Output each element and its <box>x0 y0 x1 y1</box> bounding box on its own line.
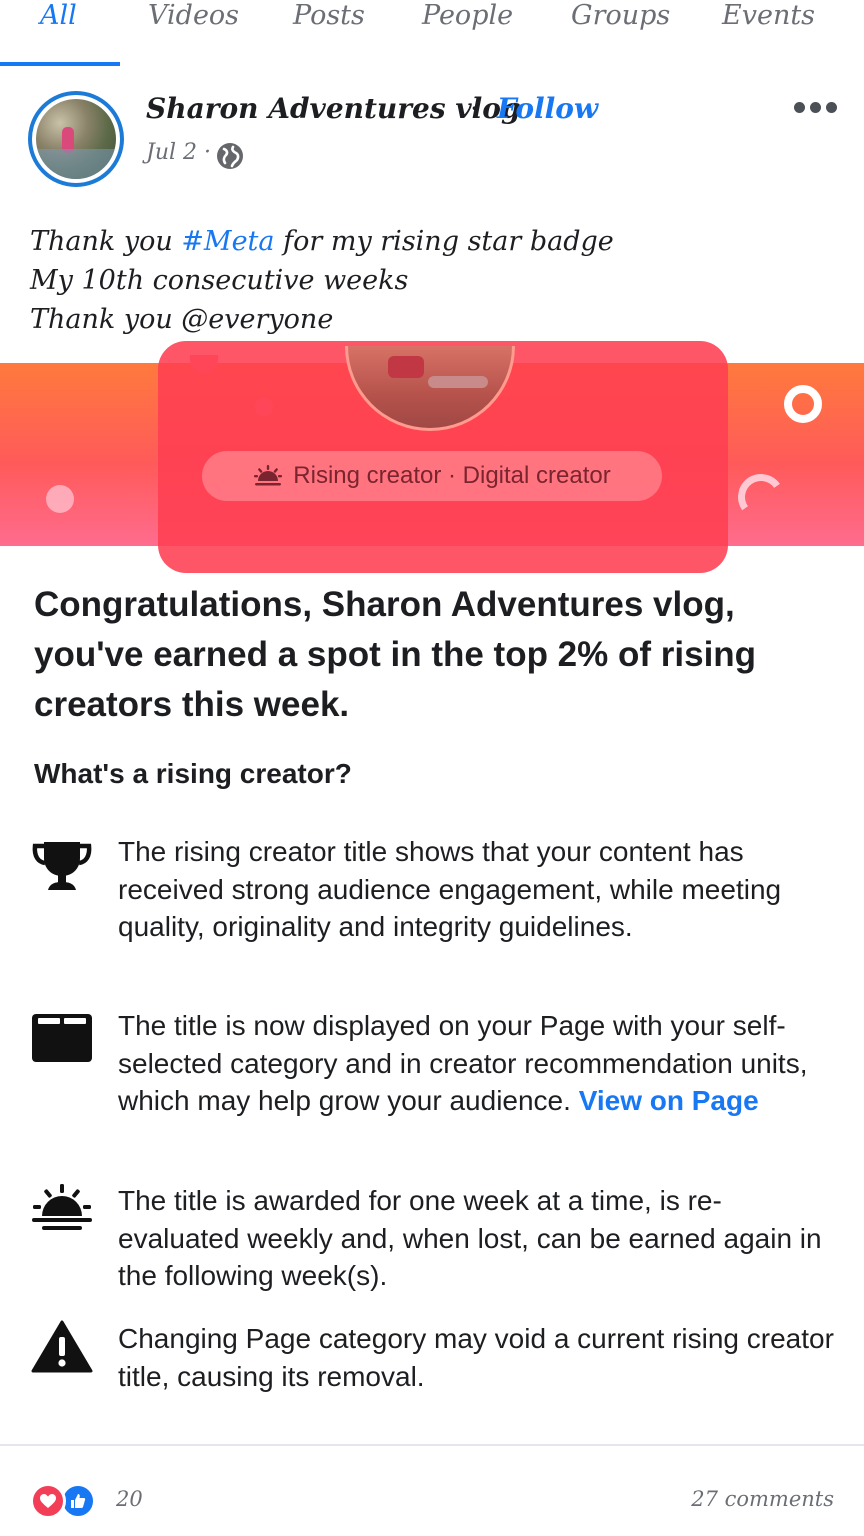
tab-all[interactable]: All <box>40 0 77 32</box>
info-item-weekly: The title is awarded for one week at a t… <box>118 1185 822 1291</box>
banner-decoration-ring <box>784 385 822 423</box>
view-on-page-link[interactable]: View on Page <box>579 1085 759 1116</box>
caption-line-1: Thank you #Meta for my rising star badge <box>30 226 614 257</box>
globe-icon <box>217 143 243 169</box>
author-avatar[interactable] <box>28 91 124 187</box>
tab-people[interactable]: People <box>422 0 513 32</box>
hashtag-meta[interactable]: #Meta <box>181 226 274 257</box>
info-item-warning: Changing Page category may void a curren… <box>118 1323 834 1392</box>
tab-events[interactable]: Events <box>722 0 815 32</box>
reaction-count[interactable]: 20 <box>116 1487 143 1511</box>
pill-label: Rising creator · Digital creator <box>293 462 611 489</box>
section-heading: What's a rising creator? <box>34 758 352 789</box>
search-tabs: All Videos Posts People Groups Events <box>0 0 864 70</box>
rising-creator-pill: Rising creator · Digital creator <box>202 451 662 501</box>
follow-button[interactable]: Follow <box>497 92 598 125</box>
banner-decoration <box>46 485 74 513</box>
sunrise-icon <box>32 1184 92 1230</box>
tab-posts[interactable]: Posts <box>293 0 365 32</box>
caption-line-3: Thank you @everyone <box>30 304 334 335</box>
page-card-icon <box>32 1014 92 1062</box>
post-date[interactable]: Jul 2 · <box>146 140 211 165</box>
tab-videos[interactable]: Videos <box>148 0 239 32</box>
more-options-icon[interactable] <box>792 96 840 120</box>
footer-divider <box>0 1444 864 1446</box>
comments-count[interactable]: 27 comments <box>691 1487 834 1511</box>
trophy-icon <box>32 842 92 890</box>
heart-icon[interactable] <box>30 1483 66 1519</box>
sunrise-icon <box>254 465 283 486</box>
info-item-page: The title is now displayed on your Page … <box>118 1010 808 1116</box>
congratulations-headline: Congratulations, Sharon Adventures vlog,… <box>34 585 757 724</box>
header-separator: · <box>470 92 479 125</box>
author-name[interactable]: Sharon Adventures vlog <box>146 92 521 125</box>
post-caption: Thank you #Meta for my rising star badge… <box>30 222 614 339</box>
info-item-trophy: The rising creator title shows that your… <box>118 836 782 942</box>
caption-line-2: My 10th consecutive weeks <box>30 265 409 296</box>
active-tab-indicator <box>0 62 120 66</box>
avatar-photo <box>36 99 116 179</box>
warning-icon <box>31 1320 93 1373</box>
tab-groups[interactable]: Groups <box>571 0 670 32</box>
